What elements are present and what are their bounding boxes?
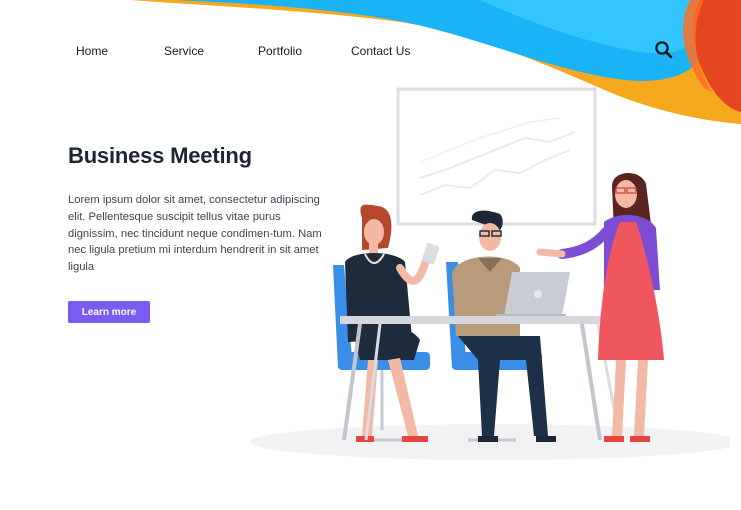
nav-home[interactable]: Home bbox=[76, 44, 108, 58]
meeting-illustration bbox=[250, 87, 730, 460]
nav-contact-us[interactable]: Contact Us bbox=[351, 44, 410, 58]
landing-page: Home Service Portfolio Contact Us Busine… bbox=[0, 0, 741, 510]
hero-title: Business Meeting bbox=[68, 143, 252, 168]
whiteboard bbox=[396, 87, 597, 226]
seated-man bbox=[452, 210, 556, 442]
nav-service[interactable]: Service bbox=[164, 44, 204, 58]
nav-portfolio[interactable]: Portfolio bbox=[258, 44, 302, 58]
learn-more-button[interactable]: Learn more bbox=[68, 301, 150, 323]
search-icon[interactable] bbox=[654, 40, 674, 60]
main-navigation: Home Service Portfolio Contact Us bbox=[0, 44, 741, 64]
